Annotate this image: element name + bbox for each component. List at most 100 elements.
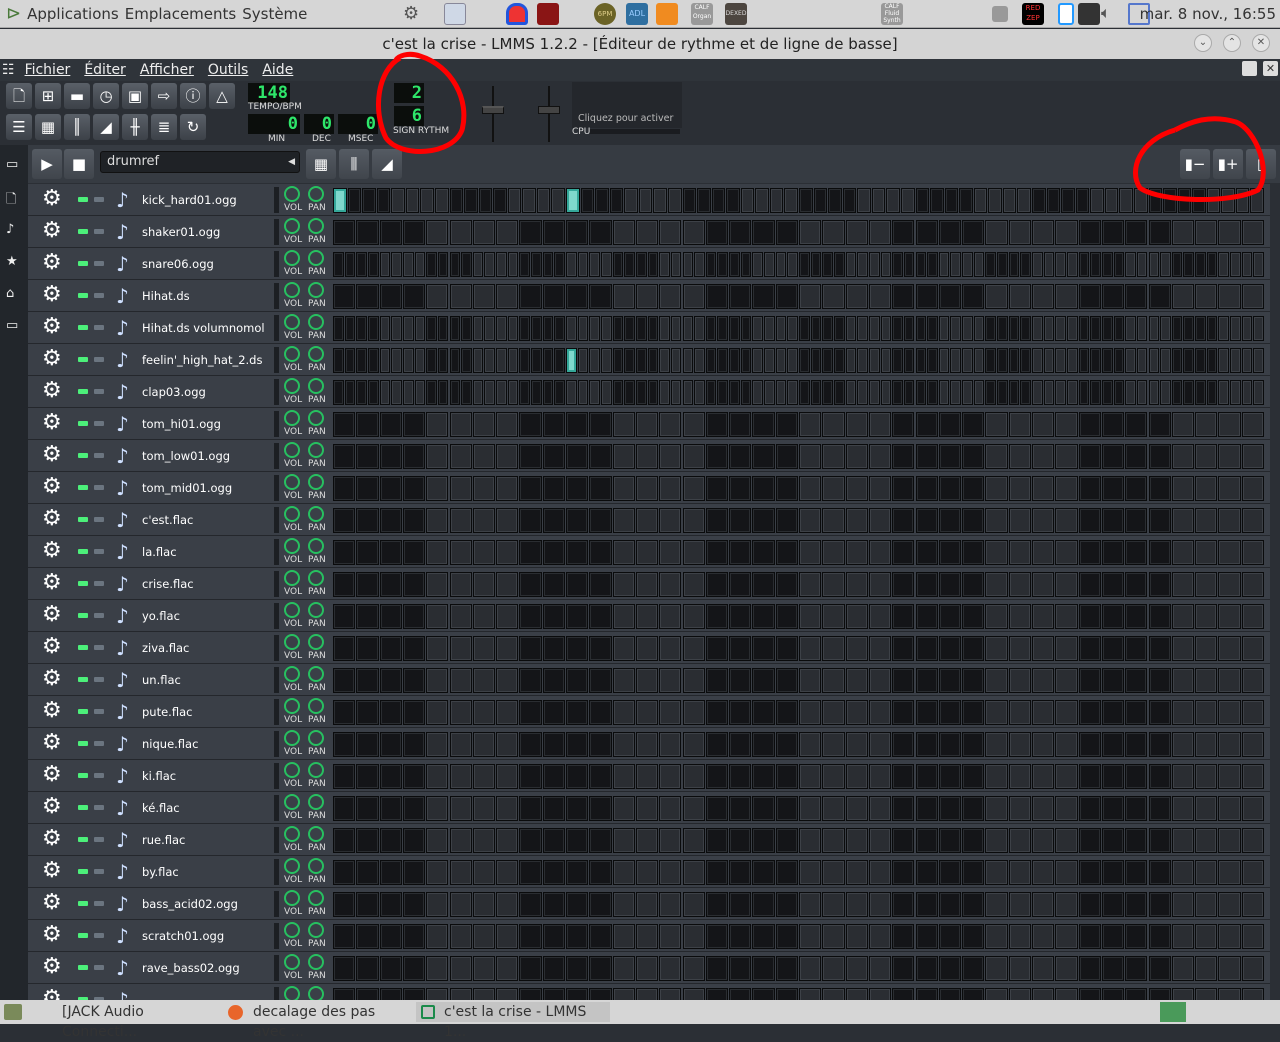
- step-button[interactable]: [775, 380, 787, 405]
- add-beat-bassline-button[interactable]: ▦: [306, 149, 336, 179]
- step-button[interactable]: [589, 764, 612, 789]
- step-button[interactable]: [915, 220, 938, 245]
- step-button[interactable]: [903, 316, 915, 341]
- step-button[interactable]: [1171, 892, 1195, 917]
- step-button[interactable]: [589, 412, 612, 437]
- step-button[interactable]: [659, 636, 682, 661]
- step-button[interactable]: [822, 380, 833, 405]
- step-button[interactable]: [729, 380, 740, 405]
- mute-toggle[interactable]: [78, 581, 88, 586]
- step-button[interactable]: [682, 828, 705, 853]
- controller-rack-icon[interactable]: ↻: [180, 114, 206, 140]
- step-button[interactable]: [944, 188, 959, 213]
- step-button[interactable]: [566, 924, 589, 949]
- plugins-icon[interactable]: ▭: [6, 157, 22, 173]
- step-button[interactable]: [775, 444, 798, 469]
- step-button[interactable]: [1008, 796, 1031, 821]
- step-button[interactable]: [1008, 604, 1031, 629]
- step-button[interactable]: [833, 380, 845, 405]
- step-button[interactable]: [682, 636, 705, 661]
- solo-toggle[interactable]: [94, 197, 104, 202]
- step-button[interactable]: [356, 860, 379, 885]
- step-button[interactable]: [1125, 476, 1148, 501]
- step-button[interactable]: [868, 860, 892, 885]
- step-button[interactable]: [333, 796, 356, 821]
- step-button[interactable]: [845, 540, 868, 565]
- step-button[interactable]: [612, 956, 635, 981]
- step-button[interactable]: [927, 380, 938, 405]
- step-button[interactable]: [659, 572, 682, 597]
- step-button[interactable]: [519, 860, 542, 885]
- step-button[interactable]: [1206, 252, 1218, 277]
- step-button[interactable]: [589, 316, 600, 341]
- step-button[interactable]: [822, 636, 845, 661]
- step-button[interactable]: [822, 796, 845, 821]
- step-button[interactable]: [379, 444, 402, 469]
- step-button[interactable]: [985, 668, 1008, 693]
- step-button[interactable]: [624, 316, 635, 341]
- step-button[interactable]: [892, 924, 915, 949]
- step-button[interactable]: [1148, 284, 1171, 309]
- step-button[interactable]: [472, 668, 496, 693]
- step-button[interactable]: [519, 604, 542, 629]
- step-button[interactable]: [1171, 508, 1195, 533]
- step-button[interactable]: [1218, 988, 1241, 1000]
- step-button[interactable]: [333, 252, 344, 277]
- mute-toggle[interactable]: [78, 485, 88, 490]
- step-button[interactable]: [1043, 380, 1055, 405]
- step-button[interactable]: [1218, 764, 1241, 789]
- remove-steps-button[interactable]: ▮−: [1180, 149, 1210, 179]
- step-button[interactable]: [903, 252, 915, 277]
- step-button[interactable]: [868, 412, 892, 437]
- step-button[interactable]: [717, 316, 729, 341]
- step-button[interactable]: [647, 348, 659, 373]
- step-button[interactable]: [1090, 348, 1101, 373]
- step-button[interactable]: [799, 860, 822, 885]
- step-button[interactable]: [962, 636, 985, 661]
- track-name[interactable]: feelin'_high_hat_2.ds: [142, 353, 262, 367]
- step-button[interactable]: [437, 252, 449, 277]
- step-button[interactable]: [1032, 828, 1055, 853]
- step-button[interactable]: [845, 476, 868, 501]
- step-button[interactable]: [356, 924, 379, 949]
- step-button[interactable]: [1032, 988, 1055, 1000]
- step-button[interactable]: [484, 252, 496, 277]
- step-button[interactable]: [1008, 412, 1031, 437]
- step-button[interactable]: [1078, 348, 1090, 373]
- volume-knob[interactable]: [284, 986, 300, 1000]
- step-button[interactable]: [496, 636, 519, 661]
- step-button[interactable]: [1195, 668, 1218, 693]
- step-button[interactable]: [892, 444, 915, 469]
- step-button[interactable]: [842, 188, 857, 213]
- step-button[interactable]: [959, 188, 973, 213]
- step-button[interactable]: [892, 284, 915, 309]
- step-button[interactable]: [333, 604, 356, 629]
- track-name[interactable]: pute.flac: [142, 705, 192, 719]
- step-button[interactable]: [1171, 444, 1195, 469]
- step-button[interactable]: [752, 956, 775, 981]
- step-button[interactable]: [1218, 828, 1241, 853]
- step-button[interactable]: [752, 892, 775, 917]
- step-button[interactable]: [356, 316, 367, 341]
- step-button[interactable]: [589, 604, 612, 629]
- step-button[interactable]: [1195, 284, 1218, 309]
- step-button[interactable]: [1125, 636, 1148, 661]
- step-button[interactable]: [775, 508, 798, 533]
- solo-toggle[interactable]: [94, 741, 104, 746]
- step-button[interactable]: [892, 668, 915, 693]
- step-button[interactable]: [379, 316, 391, 341]
- step-button[interactable]: [449, 572, 472, 597]
- step-button[interactable]: [405, 188, 420, 213]
- step-button[interactable]: [915, 796, 938, 821]
- step-button[interactable]: [402, 220, 426, 245]
- step-button[interactable]: [402, 732, 426, 757]
- step-button[interactable]: [402, 796, 426, 821]
- calf-organ-icon[interactable]: CALF Organ: [691, 3, 713, 25]
- step-button[interactable]: [449, 444, 472, 469]
- step-button[interactable]: [1101, 572, 1125, 597]
- step-button[interactable]: [379, 220, 402, 245]
- root-directory-icon[interactable]: ▭: [6, 318, 22, 334]
- step-button[interactable]: [1195, 892, 1218, 917]
- step-button[interactable]: [472, 284, 496, 309]
- mute-toggle[interactable]: [78, 901, 88, 906]
